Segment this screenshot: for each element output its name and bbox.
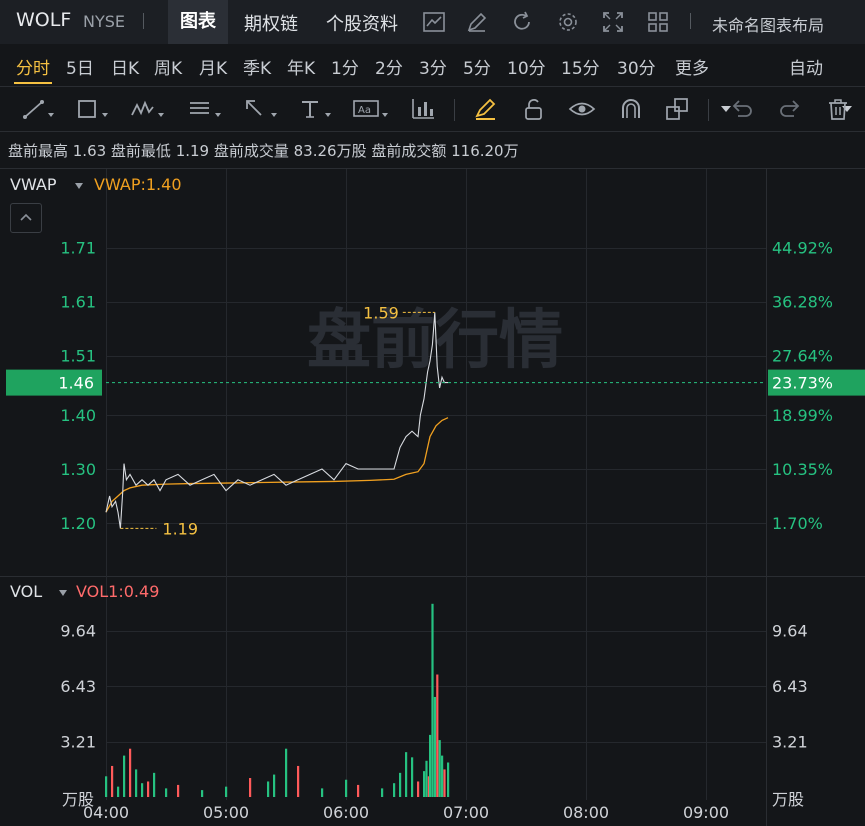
time-tick-label: 06:00 <box>323 803 369 822</box>
volume-bar <box>393 783 396 797</box>
volume-bar <box>123 755 126 797</box>
volume-tick-label: 9.64 <box>772 622 808 641</box>
volume-tick-label: 6.43 <box>772 677 808 696</box>
time-axis: 04:00 05:00 06:00 07:00 08:00 09:00 <box>83 803 729 822</box>
vwap-indicator-value: VWAP:1.40 <box>94 175 182 194</box>
volume-tick-label: 3.21 <box>60 733 96 752</box>
volume-bar <box>165 788 168 797</box>
volume-tick-label: 9.64 <box>60 622 96 641</box>
high-label: 1.59 <box>363 303 399 322</box>
chevron-up-icon <box>20 213 32 221</box>
low-label: 1.19 <box>162 519 198 538</box>
volume-bar <box>417 781 420 797</box>
volume-tick-label: 3.21 <box>772 733 808 752</box>
chevron-down-icon[interactable] <box>74 182 84 190</box>
vwap-line <box>105 417 449 513</box>
percent-tick-label: 18.99% <box>772 406 833 425</box>
price-tick-label: 1.51 <box>60 347 96 366</box>
volume-bar <box>285 748 288 797</box>
volume-bar <box>399 772 402 797</box>
chevron-down-icon[interactable] <box>58 589 68 597</box>
volume-bar <box>105 776 108 797</box>
volume-bar <box>249 778 252 797</box>
volume-bar <box>117 786 120 797</box>
volume-bar <box>153 772 156 797</box>
price-tick-label: 1.30 <box>60 460 96 479</box>
volume-bar <box>345 779 348 797</box>
volume-bar <box>441 755 444 797</box>
volume-bar <box>438 740 441 797</box>
volume-bar <box>381 788 384 797</box>
vol-indicator-value: VOL1:0.49 <box>76 582 160 601</box>
vwap-series <box>105 417 449 513</box>
volume-bar <box>429 734 432 797</box>
volume-bar <box>405 752 408 797</box>
price-tick-label: 1.61 <box>60 293 96 312</box>
volume-bars <box>105 603 450 797</box>
volume-unit-right: 万股 <box>772 790 804 809</box>
volume-bar <box>433 696 436 797</box>
percent-tick-label: 44.92% <box>772 239 833 258</box>
volume-bar <box>425 760 428 797</box>
volume-bar <box>273 774 276 797</box>
price-tick-label: 1.71 <box>60 239 96 258</box>
volume-bar <box>177 784 180 797</box>
price-tick-label: 1.20 <box>60 514 96 533</box>
time-tick-label: 09:00 <box>683 803 729 822</box>
time-tick-label: 04:00 <box>83 803 129 822</box>
percent-tick-label: 10.35% <box>772 460 833 479</box>
time-tick-label: 08:00 <box>563 803 609 822</box>
volume-bar <box>357 784 360 797</box>
volume-bar <box>135 769 138 797</box>
volume-bar <box>141 783 144 797</box>
volume-bar <box>447 762 450 797</box>
vol-indicator-label[interactable]: VOL <box>10 582 42 601</box>
percent-tick-label: 36.28% <box>772 293 833 312</box>
chart-canvas[interactable]: 盘前行情 1.591.19 1.711.611.511.401.301.20 4… <box>0 0 865 826</box>
volume-bar <box>147 781 150 797</box>
volume-bar <box>129 748 132 797</box>
volume-bar <box>225 786 228 797</box>
collapse-pane-button[interactable] <box>10 203 42 233</box>
volume-bar <box>431 603 434 797</box>
vwap-indicator-label[interactable]: VWAP <box>10 175 56 194</box>
price-tick-label: 1.40 <box>60 406 96 425</box>
volume-bar <box>297 765 300 797</box>
volume-bar <box>321 788 324 797</box>
volume-bar <box>436 674 439 797</box>
current-price-value: 1.46 <box>58 374 94 393</box>
volume-bar <box>411 757 414 797</box>
percent-tick-label: 1.70% <box>772 514 823 533</box>
current-percent-value: 23.73% <box>772 374 833 393</box>
time-tick-label: 05:00 <box>203 803 249 822</box>
volume-bar <box>267 781 270 797</box>
volume-tick-label: 6.43 <box>60 677 96 696</box>
percent-tick-label: 27.64% <box>772 347 833 366</box>
volume-bar <box>201 790 204 797</box>
volume-bar <box>423 771 426 797</box>
time-tick-label: 07:00 <box>443 803 489 822</box>
volume-bar <box>111 765 114 797</box>
volume-bar <box>443 769 446 797</box>
